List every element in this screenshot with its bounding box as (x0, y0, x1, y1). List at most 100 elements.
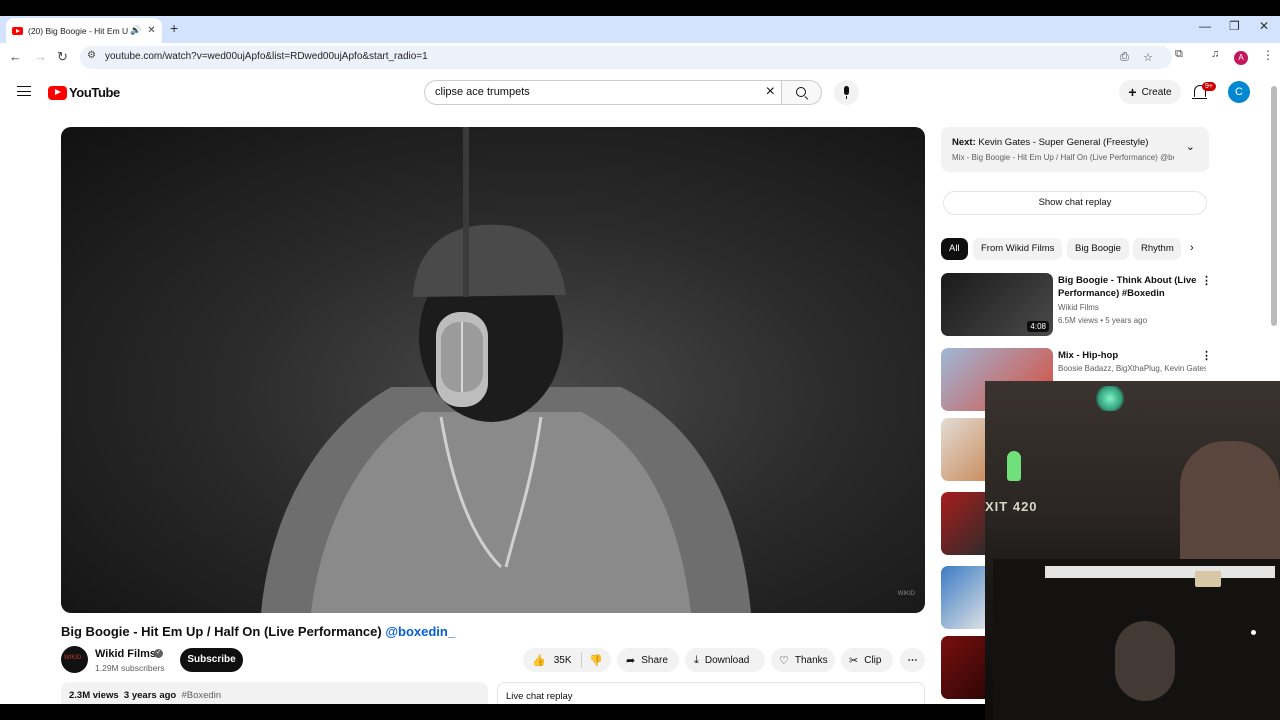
more-actions-button[interactable]: ⋯ (900, 648, 925, 672)
chip-rhythm[interactable]: Rhythm (1133, 238, 1181, 260)
monitor-strip (1045, 566, 1275, 578)
minimize-icon[interactable]: — (1199, 19, 1211, 33)
plus-icon: + (1128, 84, 1137, 100)
up-next-box[interactable]: Next: Kevin Gates - Super General (Frees… (941, 127, 1209, 172)
rec-more-icon[interactable]: ⋮ (1201, 274, 1212, 287)
search-value: clipse ace trumpets (435, 86, 530, 98)
rec-thumbnail[interactable] (941, 418, 991, 481)
thanks-label: Thanks (794, 654, 828, 666)
chip-from-wikid-films[interactable]: From Wikid Films (973, 238, 1063, 260)
chip-all[interactable]: All (941, 238, 968, 260)
rec-channel[interactable]: Wikid Films (1058, 303, 1206, 312)
rec-more-icon[interactable]: ⋮ (1201, 349, 1212, 362)
install-app-icon[interactable]: ⎙ (1120, 51, 1129, 64)
lava-lamp (1007, 451, 1021, 481)
youtube-logo[interactable]: YouTube (48, 85, 120, 100)
restore-icon[interactable]: ❐ (1229, 19, 1240, 33)
browser-menu-icon[interactable]: ⋮ (1262, 48, 1274, 62)
verified-check-icon: ✓ (154, 649, 163, 658)
browser-tab-strip: (20) Big Boogie - Hit Em Up 🔊 ✕ + — ❐ ✕ (0, 16, 1280, 43)
clip-label: Clip (864, 654, 882, 666)
live-chat-panel[interactable]: Live chat replay (497, 682, 925, 704)
window-close-icon[interactable]: ✕ (1259, 19, 1269, 33)
chevron-down-icon[interactable]: ⌄ (1186, 140, 1195, 153)
monitor-thumbnail (1195, 571, 1221, 587)
thumbs-up-icon: 👍 (532, 654, 546, 667)
rec-thumbnail[interactable] (941, 566, 991, 629)
download-button[interactable]: ⤓ Download (685, 648, 765, 672)
view-count: 2.3M views (69, 690, 119, 701)
youtube-play-logo-icon (48, 85, 67, 100)
chevron-right-icon[interactable]: › (1190, 242, 1194, 254)
view-stats: 2.3M views 3 years ago #Boxedin (69, 690, 221, 701)
channel-avatar-text: WIKID (64, 655, 82, 661)
show-chat-replay-button[interactable]: Show chat replay (943, 191, 1207, 215)
reload-icon[interactable]: ↻ (57, 49, 68, 65)
browser-tab-youtube[interactable]: (20) Big Boogie - Hit Em Up 🔊 ✕ (6, 18, 162, 43)
forward-icon[interactable]: → (34, 49, 47, 64)
speaker-icon[interactable]: 🔊 (130, 25, 141, 36)
rec-thumbnail[interactable]: 4:08 (941, 273, 1053, 336)
rec-channel[interactable]: Boosie Badazz, BigXthaPlug, Kevin Gates … (1058, 364, 1206, 373)
cursor-dot (1251, 630, 1256, 635)
rec-title[interactable]: Big Boogie - Think About (Live Performan… (1058, 274, 1198, 300)
like-dislike-group: 👍 35K 👎 (523, 648, 611, 672)
clear-search-icon[interactable]: × (766, 83, 775, 101)
video-title-tag[interactable]: @boxedin_ (385, 624, 455, 639)
scissors-icon: ✂ (849, 654, 859, 667)
search-input[interactable]: clipse ace trumpets × (424, 80, 782, 105)
create-button[interactable]: + Create (1119, 80, 1181, 104)
screen: (20) Big Boogie - Hit Em Up 🔊 ✕ + — ❐ ✕ … (0, 0, 1280, 720)
hashtag[interactable]: #Boxedin (182, 690, 222, 701)
address-bar[interactable]: ⚙ youtube.com/watch?v=wed00ujApfo&list=R… (80, 46, 1172, 69)
rec-title[interactable]: Mix - Hip-hop (1058, 349, 1198, 362)
upload-age: 3 years ago (123, 690, 177, 701)
webcam-overlay: XIT 420 (985, 381, 1280, 720)
download-icon: ⤓ (694, 653, 699, 666)
chip-big-boogie[interactable]: Big Boogie (1067, 238, 1129, 260)
thanks-button[interactable]: ♡ Thanks (771, 648, 835, 672)
rec-meta: 6.5M views • 5 years ago (1058, 316, 1148, 325)
search-icon (796, 87, 806, 97)
channel-avatar[interactable]: WIKID (61, 646, 88, 673)
next-title: Kevin Gates - Super General (Freestyle) (978, 137, 1149, 148)
account-avatar[interactable]: C (1228, 81, 1250, 103)
channel-name[interactable]: Wikid Films (95, 648, 156, 660)
search-button[interactable] (782, 80, 822, 105)
new-tab-icon[interactable]: + (170, 20, 178, 36)
tab-title: (20) Big Boogie - Hit Em Up (28, 25, 128, 36)
rec-thumbnail[interactable] (941, 492, 991, 555)
page-scrollbar[interactable] (1271, 86, 1277, 326)
video-player[interactable]: WIKID (61, 127, 925, 613)
rec-duration: 4:08 (1027, 321, 1049, 332)
clip-button[interactable]: ✂ Clip (841, 648, 893, 672)
voice-search-button[interactable] (834, 80, 859, 105)
subscribe-button[interactable]: Subscribe (180, 648, 243, 672)
like-button[interactable]: 👍 35K (523, 652, 582, 668)
rec-thumbnail[interactable] (941, 636, 991, 699)
live-chat-label: Live chat replay (506, 691, 573, 702)
microphone-icon (844, 86, 849, 99)
share-label: Share (641, 654, 668, 666)
subscriber-count: 1.29M subscribers (95, 663, 165, 673)
video-title: Big Boogie - Hit Em Up / Half On (Live P… (61, 624, 455, 639)
bookmark-star-icon[interactable]: ☆ (1143, 51, 1153, 64)
create-label: Create (1141, 86, 1172, 98)
video-frame (261, 127, 751, 613)
description-box[interactable]: 2.3M views 3 years ago #Boxedin (61, 682, 488, 704)
browser-profile-avatar[interactable]: A (1234, 51, 1248, 65)
notification-badge: 9+ (1202, 82, 1216, 91)
extensions-icon[interactable]: ⧉ (1175, 48, 1183, 61)
media-controls-icon[interactable]: ♫ (1211, 48, 1219, 60)
next-subtitle: Mix - Big Boogie - Hit Em Up / Half On (… (952, 153, 1174, 162)
back-icon[interactable]: ← (9, 49, 22, 64)
hand (1115, 621, 1175, 701)
share-button[interactable]: ➦ Share (617, 648, 679, 672)
tab-close-icon[interactable]: ✕ (147, 25, 155, 36)
url-text: youtube.com/watch?v=wed00ujApfo&list=RDw… (105, 51, 428, 62)
wall-light (1095, 386, 1125, 411)
menu-icon[interactable] (17, 86, 31, 96)
video-watermark: WIKID (897, 591, 915, 597)
site-info-icon[interactable]: ⚙ (87, 50, 96, 61)
thumbs-down-icon[interactable]: 👎 (589, 654, 603, 667)
